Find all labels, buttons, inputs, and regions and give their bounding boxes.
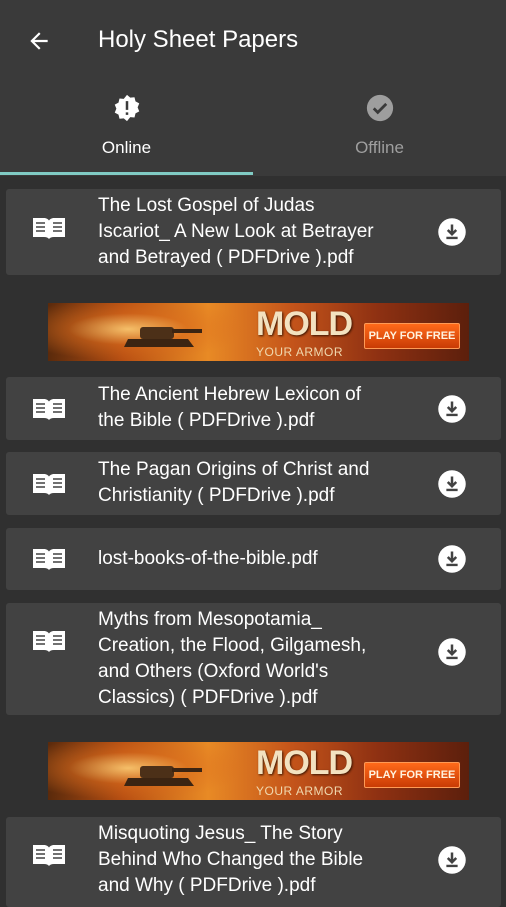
play-for-free-button[interactable]: PLAY FOR FREE [364, 762, 460, 788]
download-icon[interactable] [437, 544, 467, 574]
book-icon [33, 845, 65, 866]
tab-online[interactable]: Online [0, 88, 253, 172]
arrow-back-icon [30, 32, 48, 50]
file-item[interactable]: Myths from Mesopotamia_ Creation, the Fl… [6, 603, 501, 715]
file-title: The Ancient Hebrew Lexicon of the Bible … [98, 384, 361, 431]
book-icon [33, 474, 65, 495]
download-icon[interactable] [437, 845, 467, 875]
book-icon [33, 399, 65, 420]
file-title: The Lost Gospel of Judas Iscariot_ A New… [98, 195, 374, 268]
tank-icon [124, 766, 202, 786]
file-item[interactable]: lost-books-of-the-bible.pdf [6, 528, 501, 590]
file-title: The Pagan Origins of Christ and Christia… [98, 459, 370, 506]
book-icon [33, 631, 65, 652]
file-title: Myths from Mesopotamia_ Creation, the Fl… [98, 609, 367, 708]
file-item[interactable]: The Lost Gospel of Judas Iscariot_ A New… [6, 189, 501, 275]
check-badge-icon [366, 94, 393, 122]
back-button[interactable] [22, 24, 56, 58]
file-title: Misquoting Jesus_ The Story Behind Who C… [98, 823, 364, 896]
book-icon [33, 549, 65, 570]
tab-indicator [0, 172, 253, 175]
book-icon [33, 218, 65, 239]
download-icon[interactable] [437, 637, 467, 667]
download-icon[interactable] [437, 394, 467, 424]
ad-banner[interactable]: MOLD YOUR ARMOR PLAY FOR FREE [48, 742, 469, 800]
play-for-free-button[interactable]: PLAY FOR FREE [364, 323, 460, 349]
file-title: lost-books-of-the-bible.pdf [98, 548, 318, 569]
download-icon[interactable] [437, 469, 467, 499]
file-item[interactable]: The Pagan Origins of Christ and Christia… [6, 452, 501, 515]
ad-banner[interactable]: MOLD YOUR ARMOR PLAY FOR FREE [48, 303, 469, 361]
tank-icon [124, 327, 202, 347]
alert-badge-icon [114, 94, 139, 122]
file-item[interactable]: Misquoting Jesus_ The Story Behind Who C… [6, 817, 501, 907]
tab-online-label: Online [101, 138, 152, 157]
app-bar: Holy Sheet Papers Online Offline [0, 0, 506, 176]
file-item[interactable]: The Ancient Hebrew Lexicon of the Bible … [6, 377, 501, 440]
download-icon[interactable] [437, 217, 467, 247]
tab-offline[interactable]: Offline [253, 88, 506, 172]
tab-offline-label: Offline [355, 138, 404, 157]
page-title: Holy Sheet Papers [98, 26, 299, 53]
